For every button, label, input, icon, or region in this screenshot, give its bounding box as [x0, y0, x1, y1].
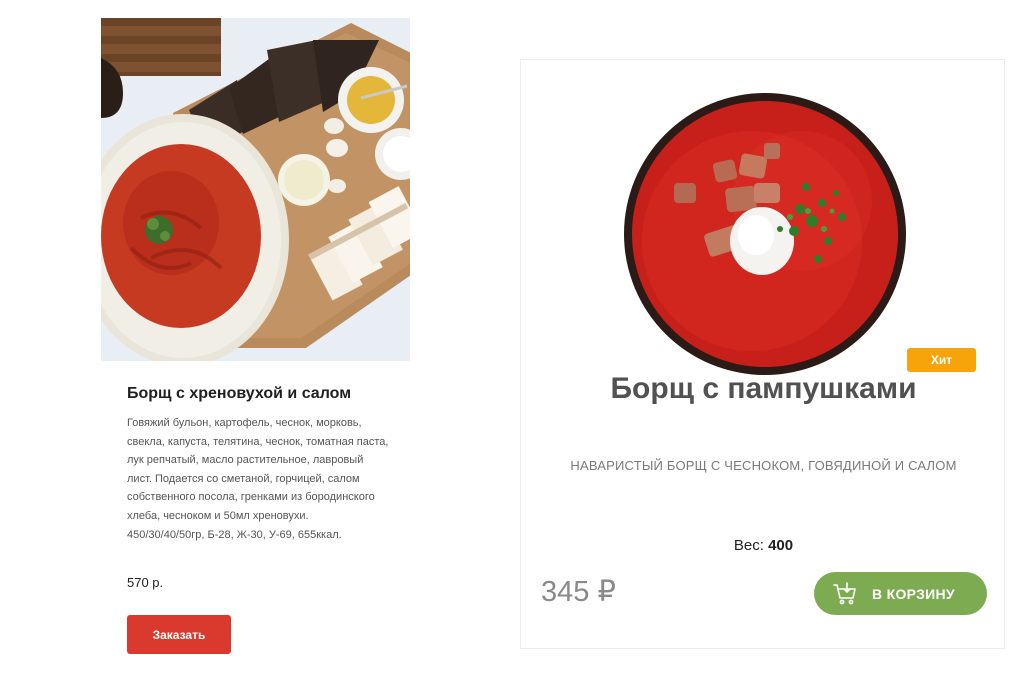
product-price: 570 р. [127, 575, 164, 590]
hit-badge: Хит [907, 348, 976, 372]
weight-info: Вес: 400 [521, 537, 1006, 554]
product-subtitle: НАВАРИСТЫЙ БОРЩ С ЧЕСНОКОМ, ГОВЯДИНОЙ И … [570, 458, 957, 473]
product-card-left: Борщ с хреновухой и салом Говяжий бульон… [101, 18, 411, 668]
product-description: Говяжий бульон, картофель, чеснок, морко… [127, 417, 389, 541]
add-to-cart-button[interactable]: В КОРЗИНУ [814, 572, 987, 615]
borscht-with-bread-and-salo-photo[interactable] [101, 18, 410, 361]
weight-label: Вес: [733, 537, 764, 554]
cart-button-label: В КОРЗИНУ [872, 585, 955, 602]
order-button[interactable]: Заказать [127, 615, 231, 654]
product-price: 345 ₽ [541, 576, 616, 608]
product-title[interactable]: Борщ с хреновухой и салом [127, 385, 351, 403]
weight-value: 400 [768, 537, 794, 554]
product-card-right: Хит Борщ с пампушками НАВАРИСТЫЙ БОРЩ С … [520, 59, 1005, 649]
cart-icon [832, 581, 858, 607]
borscht-bowl-top-view-photo[interactable] [622, 91, 909, 378]
product-title[interactable]: Борщ с пампушками [521, 372, 1006, 406]
